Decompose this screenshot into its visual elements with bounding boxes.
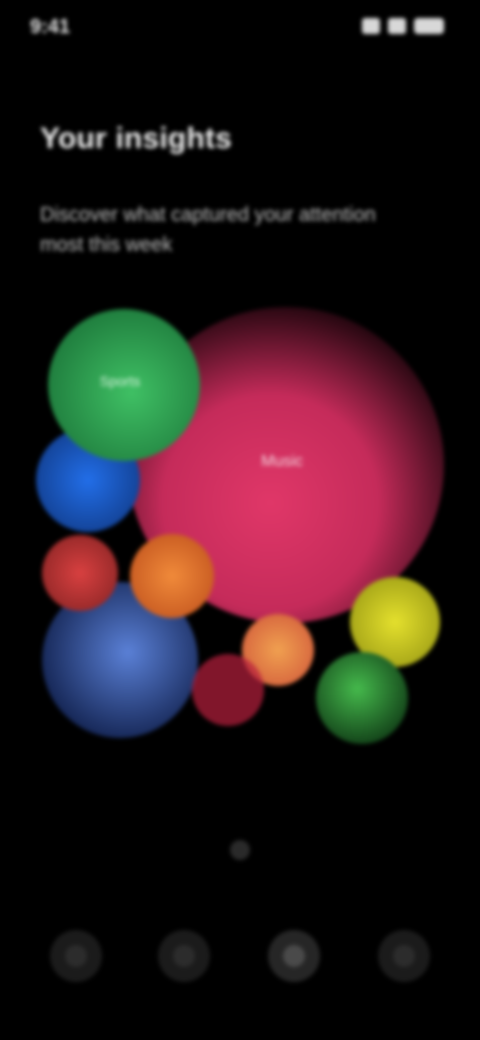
bubble-orange[interactable] (130, 534, 214, 618)
signal-icon (362, 18, 380, 34)
bottom-nav (0, 920, 480, 1000)
home-icon (65, 945, 87, 967)
nav-insights-button[interactable] (268, 930, 320, 982)
insights-icon (283, 945, 305, 967)
bubble-red[interactable] (42, 535, 118, 611)
bubble-large-label: Music (261, 453, 303, 470)
nav-search-button[interactable] (158, 930, 210, 982)
bubble-crimson-fill (192, 654, 264, 726)
profile-icon (393, 945, 415, 967)
bubble-svg: Music Sports (36, 307, 444, 744)
bubble-lime[interactable] (316, 652, 408, 744)
page-title: Your insights (40, 122, 233, 155)
bubble-green-label: Sports (100, 373, 140, 389)
search-icon (173, 945, 195, 967)
page-indicator (230, 840, 250, 860)
nav-home-button[interactable] (50, 930, 102, 982)
status-time: 9:41 (30, 16, 71, 38)
bubble-cluster: Music Sports (0, 290, 480, 770)
app-screen: 9:41 Your insights Discover what capture… (0, 0, 480, 1040)
wifi-icon (388, 18, 406, 34)
battery-icon (414, 18, 444, 34)
status-bar: 9:41 (0, 0, 480, 60)
page-subtitle: Discover what captured your attention mo… (40, 204, 376, 256)
status-icons (362, 18, 444, 34)
nav-profile-button[interactable] (378, 930, 430, 982)
